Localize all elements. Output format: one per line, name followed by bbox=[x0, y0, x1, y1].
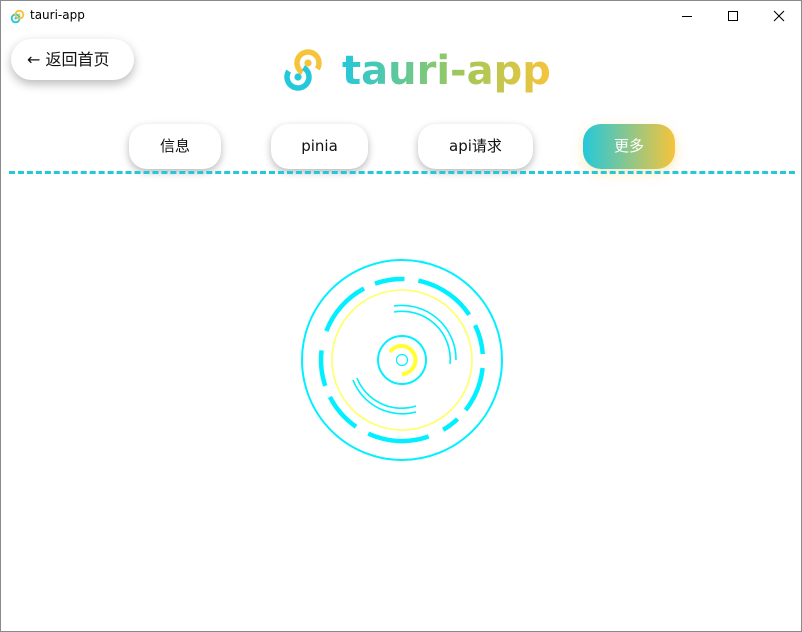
window-title: tauri-app bbox=[30, 8, 85, 22]
tauri-logo-icon bbox=[284, 49, 322, 91]
back-home-button[interactable]: ← 返回首页 bbox=[11, 39, 134, 80]
app-name-heading: tauri-app bbox=[342, 48, 551, 94]
tab-api-request[interactable]: api请求 bbox=[418, 124, 533, 169]
close-button[interactable] bbox=[756, 1, 801, 31]
title-bar[interactable]: tauri-app bbox=[1, 1, 801, 31]
tab-more[interactable]: 更多 bbox=[583, 124, 675, 169]
maximize-icon bbox=[728, 11, 738, 21]
tab-divider bbox=[9, 171, 795, 174]
app-window: tauri-app ← 返回首页 tauri-app 信息 pinia api请… bbox=[0, 0, 802, 632]
minimize-icon bbox=[682, 16, 692, 17]
close-icon bbox=[773, 10, 785, 22]
spinner-rings-icon bbox=[301, 259, 503, 461]
maximize-button[interactable] bbox=[710, 1, 756, 31]
tab-info[interactable]: 信息 bbox=[129, 124, 221, 169]
back-home-label: ← 返回首页 bbox=[27, 50, 110, 69]
tauri-logo-icon bbox=[10, 9, 25, 24]
tab-pinia[interactable]: pinia bbox=[271, 124, 368, 169]
minimize-button[interactable] bbox=[664, 1, 710, 31]
